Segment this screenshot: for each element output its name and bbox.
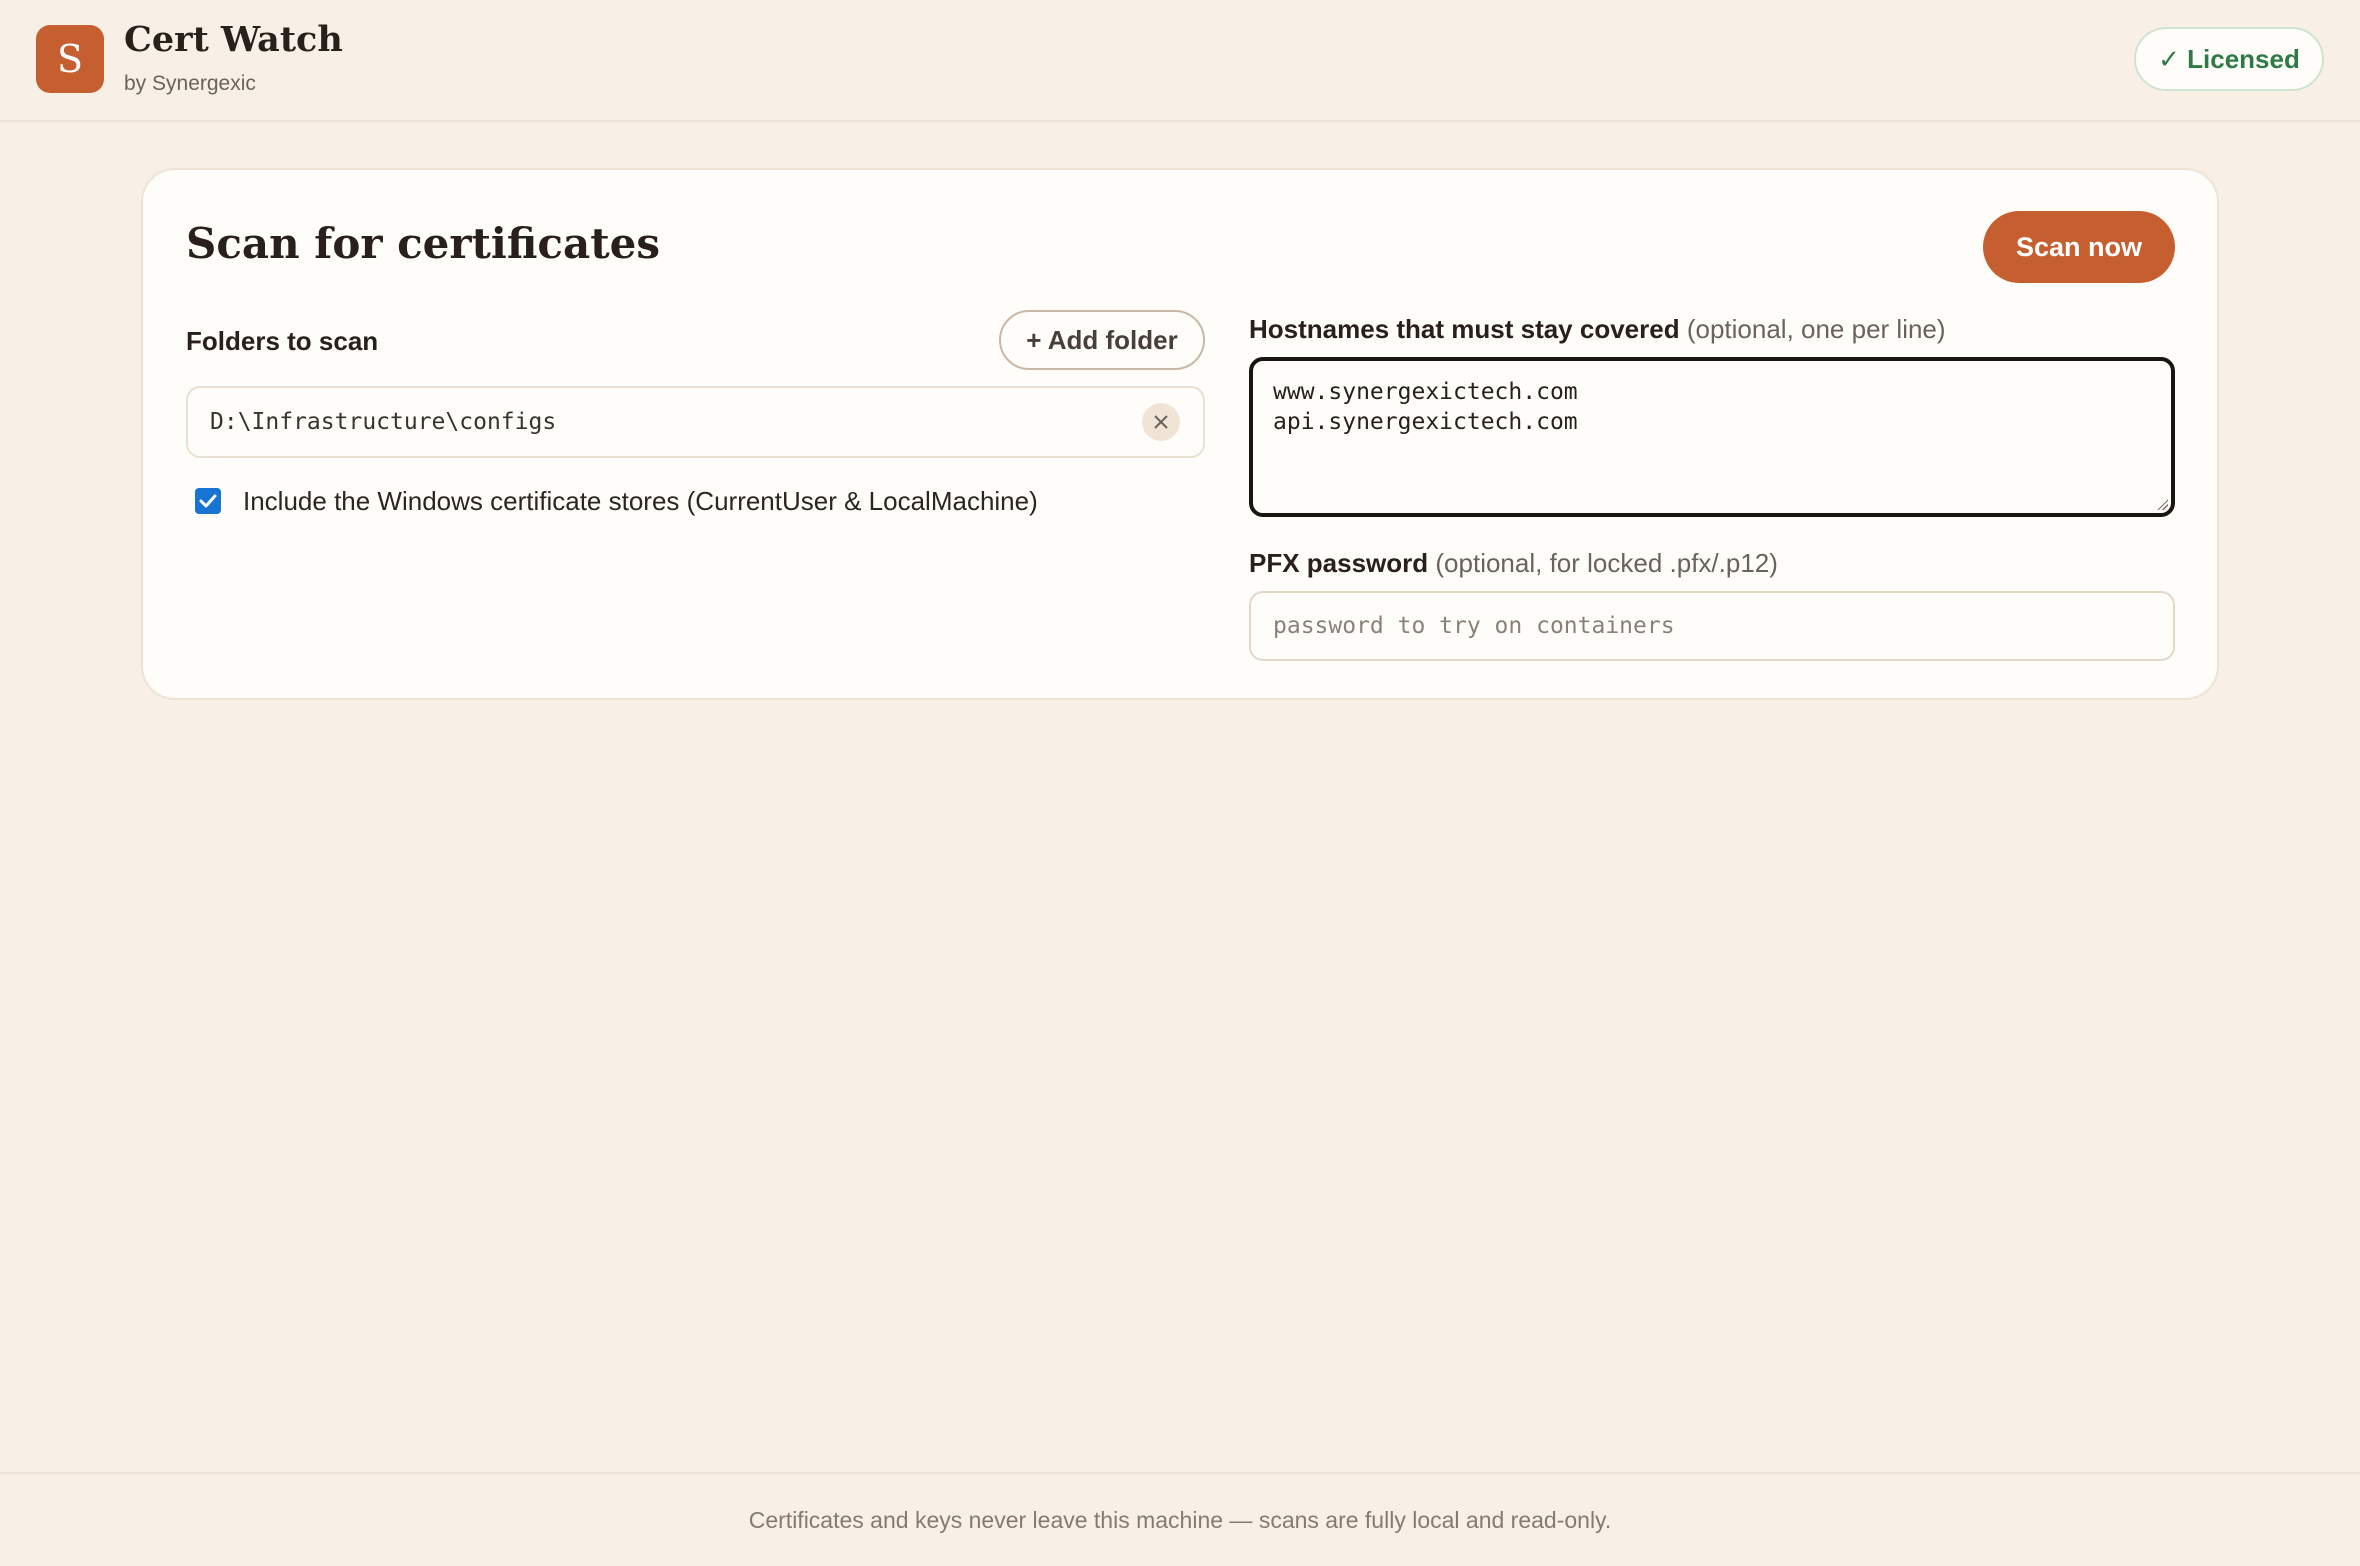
add-folder-button[interactable]: + Add folder [999,310,1205,370]
license-badge[interactable]: ✓ Licensed [2134,27,2324,91]
scan-card-title: Scan for certificates [186,219,660,268]
close-icon-glyph [1154,415,1168,429]
close-icon[interactable] [1142,403,1180,441]
scan-now-button[interactable]: Scan now [1983,211,2175,283]
hostnames-value: www.synergexictech.com api.synergexictec… [1273,379,1578,435]
pfx-password-hint: (optional, for locked .pfx/.p12) [1435,548,1778,578]
footer-note: Certificates and keys never leave this m… [748,1507,1612,1533]
app-header: S Cert Watch by Synergexic ✓ Licensed [0,0,2360,122]
resize-handle-icon[interactable] [2156,498,2168,510]
folders-label: Folders to scan [186,326,379,356]
footer: Certificates and keys never leave this m… [0,1472,2360,1560]
scan-card: Scan for certificates Scan now Folders t… [141,168,2219,700]
folder-path: D:\Infrastructure\configs [210,409,557,435]
include-stores-label[interactable]: Include the Windows certificate stores (… [243,484,1038,518]
pfx-password-input[interactable] [1249,591,2175,661]
app-subtitle: by Synergexic [124,72,256,95]
pfx-password-label: PFX password (optional, for locked .pfx/… [1249,546,1778,580]
hostnames-label-text: Hostnames that must stay covered [1249,314,1680,344]
folder-item: D:\Infrastructure\configs [186,386,1205,458]
app-title: Cert Watch [124,19,343,60]
hostnames-label: Hostnames that must stay covered (option… [1249,312,1946,346]
include-stores-checkbox[interactable] [195,488,221,514]
app-logo: S [36,25,104,93]
hostnames-hint: (optional, one per line) [1686,314,1946,344]
checkmark-icon [199,494,217,508]
hostnames-textarea[interactable]: www.synergexictech.com api.synergexictec… [1249,357,2175,517]
pfx-password-label-text: PFX password [1249,548,1429,578]
